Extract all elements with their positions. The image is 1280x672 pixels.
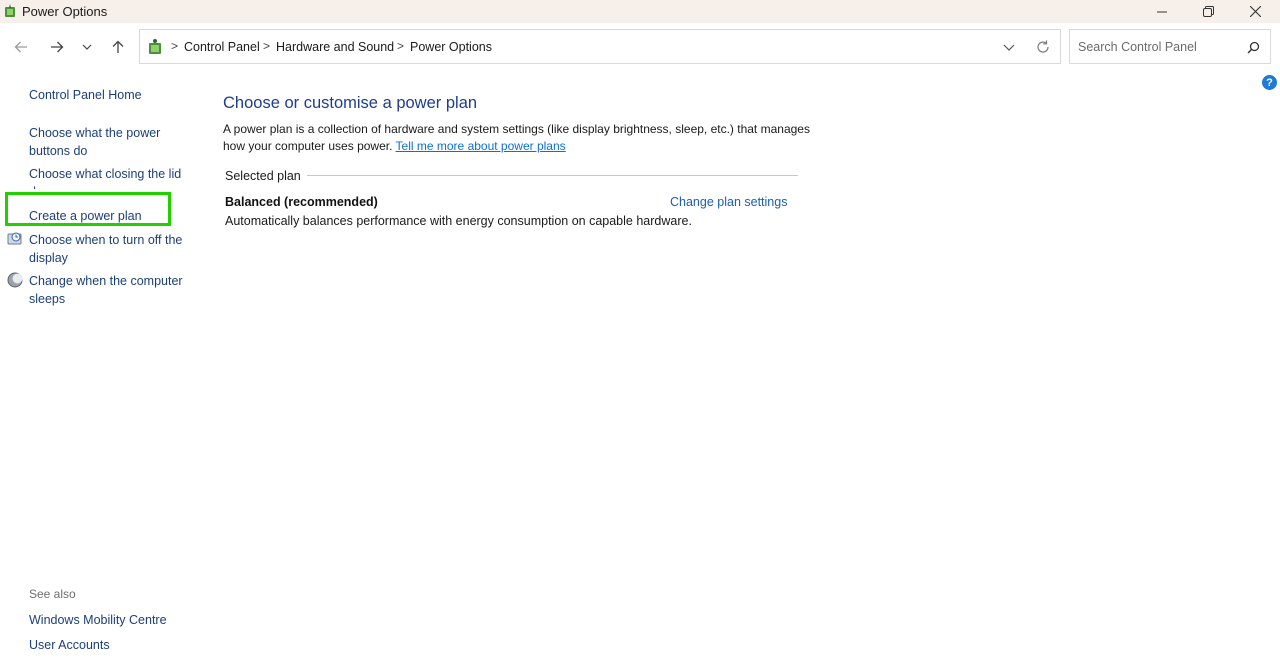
- change-plan-settings-link[interactable]: Change plan settings: [670, 195, 787, 209]
- breadcrumb-hardware-and-sound[interactable]: Hardware and Sound: [276, 40, 394, 54]
- power-options-icon: [5, 4, 15, 17]
- learn-more-link[interactable]: Tell me more about power plans: [396, 139, 566, 153]
- task-link-turn-off-display[interactable]: Choose when to turn off the display: [29, 231, 185, 267]
- restore-button[interactable]: [1185, 0, 1231, 23]
- task-link-label: Choose what the power: [29, 126, 161, 140]
- page-description: A power plan is a collection of hardware…: [223, 121, 823, 155]
- see-also-link-mobility-centre[interactable]: Windows Mobility Centre: [29, 612, 185, 629]
- task-link-label: buttons do: [29, 144, 88, 158]
- address-dropdown-button[interactable]: [1000, 38, 1018, 56]
- plan-description: Automatically balances performance with …: [225, 214, 692, 228]
- page-title: Choose or customise a power plan: [223, 94, 478, 112]
- task-link-closing-lid[interactable]: Choose what closing the lid does: [29, 165, 185, 189]
- close-icon: [1249, 6, 1261, 17]
- task-link-label: Create a power plan: [29, 209, 142, 223]
- task-link-label: does: [29, 185, 56, 189]
- forward-button[interactable]: [45, 35, 69, 59]
- description-text: how your computer uses power.: [223, 139, 393, 153]
- up-button[interactable]: [106, 35, 130, 59]
- breadcrumb-power-options[interactable]: Power Options: [410, 40, 492, 54]
- search-box[interactable]: [1069, 29, 1271, 64]
- title-bar: Power Options: [0, 0, 1280, 23]
- group-divider: [225, 175, 798, 176]
- moon-sleep-icon: [7, 272, 23, 288]
- breadcrumb-separator: >: [263, 39, 271, 53]
- see-also-heading: See also: [29, 587, 76, 601]
- task-link-power-buttons[interactable]: Choose what the power buttons do: [29, 124, 185, 160]
- restore-icon: [1202, 6, 1214, 17]
- task-link-label: Choose when to turn off the: [29, 233, 183, 247]
- plan-name: Balanced (recommended): [225, 195, 378, 209]
- chevron-down-icon: [82, 44, 92, 50]
- task-link-create-power-plan[interactable]: Create a power plan: [29, 207, 185, 225]
- task-link-label: Choose what closing the lid: [29, 167, 182, 181]
- control-panel-home-link[interactable]: Control Panel Home: [29, 87, 185, 104]
- minimize-button[interactable]: [1139, 0, 1185, 23]
- refresh-icon: [1037, 40, 1049, 53]
- chevron-down-icon: [1003, 44, 1015, 51]
- arrow-left-icon: [14, 41, 27, 53]
- task-link-label: sleeps: [29, 292, 66, 306]
- selected-plan-heading: Selected plan: [225, 169, 307, 183]
- address-bar[interactable]: > Control Panel > Hardware and Sound > P…: [139, 29, 1061, 64]
- control-panel-icon: [149, 39, 161, 54]
- recent-locations-button[interactable]: [75, 35, 99, 59]
- minimize-icon: [1157, 11, 1167, 12]
- breadcrumb-control-panel[interactable]: Control Panel: [184, 40, 260, 54]
- navigation-bar: > Control Panel > Hardware and Sound > P…: [0, 23, 1280, 71]
- help-button[interactable]: ?: [1262, 75, 1277, 90]
- window-title: Power Options: [22, 4, 108, 19]
- monitor-clock-icon: [7, 232, 22, 245]
- refresh-button[interactable]: [1033, 37, 1053, 57]
- breadcrumb-separator: >: [171, 39, 179, 53]
- arrow-up-icon: [112, 40, 124, 53]
- breadcrumb-separator: >: [397, 39, 405, 53]
- description-text: A power plan is a collection of hardware…: [223, 122, 810, 136]
- see-also-link-user-accounts[interactable]: User Accounts: [29, 637, 185, 654]
- arrow-right-icon: [51, 41, 64, 53]
- search-input[interactable]: [1076, 37, 1236, 57]
- task-link-computer-sleeps[interactable]: Change when the computer sleeps: [29, 272, 185, 308]
- search-icon[interactable]: [1245, 39, 1261, 55]
- back-button[interactable]: [9, 35, 33, 59]
- close-button[interactable]: [1232, 0, 1278, 23]
- task-link-label: display: [29, 251, 68, 265]
- task-link-label: Change when the computer: [29, 274, 183, 288]
